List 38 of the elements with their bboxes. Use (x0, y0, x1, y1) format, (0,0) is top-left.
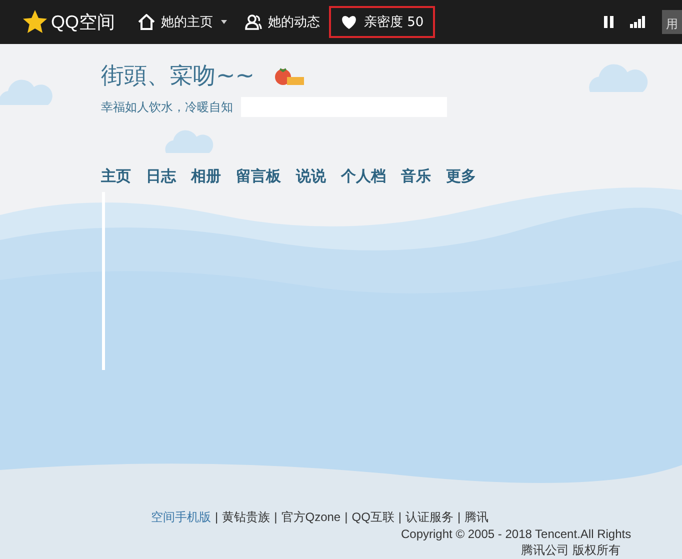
separator-text: | (458, 510, 461, 525)
heart-icon (340, 14, 358, 30)
footer-link[interactable]: 腾讯 (464, 510, 489, 525)
pause-icon[interactable] (604, 16, 614, 28)
logo-text[interactable]: QQ空间 (51, 10, 116, 34)
home-icon (138, 14, 156, 30)
space-title: 街頭、寀吻~~ (101, 62, 255, 91)
cloud-drawing (0, 80, 52, 105)
nav-tab[interactable]: 主页 (101, 167, 131, 186)
nav-tab[interactable]: 说说 (296, 167, 326, 186)
tomato-badge-icon (272, 66, 305, 86)
footer-link[interactable]: 空间手机版 (151, 510, 211, 525)
nav-tab[interactable]: 音乐 (401, 167, 431, 186)
nav-tab[interactable]: 相册 (191, 167, 221, 186)
separator-text: | (344, 510, 348, 525)
nav-tab[interactable]: 个人档 (341, 167, 386, 186)
nav-tab[interactable]: 日志 (146, 167, 176, 186)
separator-text: | (398, 510, 402, 525)
copyright-text: Copyright © 2005 - 2018 Tencent.All Rights (401, 527, 632, 542)
footer-link[interactable]: 认证服务 (406, 510, 454, 525)
star-logo-icon[interactable] (22, 9, 48, 35)
separator-text: | (274, 510, 278, 525)
nav-tab[interactable]: 留言板 (236, 167, 281, 186)
top-nav-item[interactable]: 她的主页 (129, 6, 236, 38)
top-nav-item[interactable]: 亲密度 50 (329, 6, 435, 38)
company-text: 腾讯公司 版权所有 (521, 543, 620, 558)
cloud-drawing (589, 64, 648, 92)
signal-icon[interactable] (630, 16, 646, 28)
cloud-drawing (165, 130, 214, 153)
nav-tab[interactable]: 更多 (446, 167, 476, 186)
footer-link[interactable]: QQ互联 (352, 510, 394, 525)
footer-link[interactable]: 官方Qzone (281, 510, 341, 525)
separator-text: | (215, 510, 218, 525)
top-nav-item[interactable]: 她的动态 (236, 6, 330, 38)
user-button[interactable]: 用 (662, 10, 682, 34)
footer-link[interactable]: 黄钻贵族 (222, 510, 270, 525)
motto-text: 幸福如人饮水，冷暖自知 (101, 98, 233, 116)
people-icon (245, 14, 262, 30)
